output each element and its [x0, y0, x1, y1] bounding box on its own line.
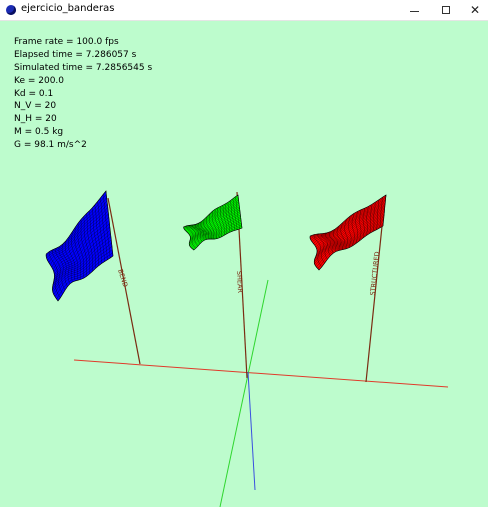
- minimize-button[interactable]: [398, 0, 430, 20]
- flag-label-shear: SHEAR: [235, 271, 244, 294]
- close-button[interactable]: ✕: [462, 0, 488, 20]
- maximize-icon: [442, 6, 450, 14]
- flag-shear: [183, 194, 243, 251]
- stat-elapsed-time: Elapsed time = 7.286057 s: [14, 49, 137, 60]
- stat-gravity: G = 98.1 m/s^2: [14, 140, 87, 151]
- flag-label-bend: BEND: [116, 268, 129, 288]
- stat-n-h: N_H = 20: [14, 114, 57, 125]
- maximize-button[interactable]: [430, 0, 462, 20]
- stat-simulated-time: Simulated time = 7.2856545 s: [14, 62, 153, 73]
- flag-label-structured: STRUCTURED: [369, 251, 382, 296]
- window-title: ejercicio_banderas: [21, 3, 115, 14]
- stats-overlay: Frame rate = 100.0 fps Elapsed time = 7.…: [14, 36, 152, 152]
- close-icon: ✕: [469, 3, 481, 17]
- axis-z: [247, 371, 256, 491]
- app-window: ejercicio_banderas ✕ BEND SHEAR STRUCTUR…: [0, 0, 488, 507]
- minimize-icon: [409, 10, 419, 12]
- app-icon: [6, 5, 16, 15]
- stat-n-v: N_V = 20: [14, 101, 57, 112]
- stat-ke: Ke = 200.0: [14, 75, 65, 86]
- flag-bend: [45, 190, 114, 302]
- axis-x: [73, 359, 449, 388]
- stat-frame-rate: Frame rate = 100.0 fps: [14, 37, 119, 47]
- stat-mass: M = 0.5 kg: [14, 127, 64, 138]
- title-bar[interactable]: ejercicio_banderas ✕: [0, 0, 488, 21]
- stat-kd: Kd = 0.1: [14, 88, 54, 99]
